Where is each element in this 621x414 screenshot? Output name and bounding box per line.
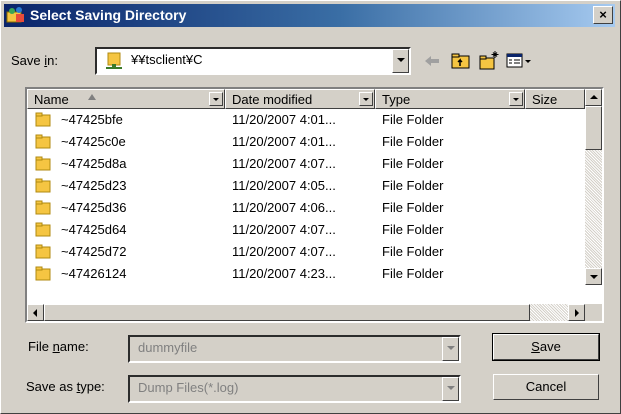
scroll-left-button[interactable] [27, 304, 44, 321]
date-modified-cell: 11/20/2007 4:06... [232, 200, 336, 215]
date-modified-cell: 11/20/2007 4:01... [232, 134, 336, 149]
save-type-combobox[interactable]: Dump Files(*.log) [128, 375, 461, 403]
dialog-window: Select Saving Directory × Save in: ¥¥tsc… [0, 0, 621, 414]
chevron-down-icon [447, 346, 455, 350]
type-cell: File Folder [382, 134, 444, 149]
file-name-cell: ~47425c0e [61, 134, 126, 149]
file-name-cell: ~47425d23 [61, 178, 127, 193]
scroll-right-button[interactable] [568, 304, 585, 321]
date-modified-cell: 11/20/2007 4:07... [232, 244, 336, 259]
horizontal-scroll-thumb[interactable] [44, 304, 530, 321]
file-name-label: File name: [28, 339, 89, 354]
date-modified-cell: 11/20/2007 4:07... [232, 222, 336, 237]
up-folder-icon[interactable] [450, 50, 472, 72]
list-item[interactable]: ~47425d36 11/20/2007 4:06... File Folder [27, 197, 583, 219]
column-filter-button[interactable] [509, 92, 523, 106]
chevron-down-icon [397, 58, 405, 62]
file-name-cell: ~47425d8a [61, 156, 127, 171]
vertical-scrollbar[interactable] [585, 89, 602, 285]
save-type-value: Dump Files(*.log) [138, 380, 239, 395]
type-cell: File Folder [382, 222, 444, 237]
arrow-right-icon [575, 309, 579, 317]
close-icon: × [599, 7, 607, 22]
list-item[interactable]: ~47425d64 11/20/2007 4:07... File Folder [27, 219, 583, 241]
date-modified-cell: 11/20/2007 4:01... [232, 112, 336, 127]
folder-icon [35, 112, 51, 127]
date-modified-cell: 11/20/2007 4:05... [232, 178, 336, 193]
column-filter-button[interactable] [209, 92, 223, 106]
type-cell: File Folder [382, 156, 444, 171]
date-modified-cell: 11/20/2007 4:23... [232, 266, 336, 281]
title-bar[interactable]: Select Saving Directory × [4, 4, 615, 27]
type-cell: File Folder [382, 200, 444, 215]
list-item[interactable]: ~47426124 11/20/2007 4:23... File Folder [27, 263, 583, 285]
date-modified-cell: 11/20/2007 4:07... [232, 156, 336, 171]
list-item[interactable]: ~47425d8a 11/20/2007 4:07... File Folder [27, 153, 583, 175]
view-menu-icon[interactable] [505, 50, 535, 72]
horizontal-scrollbar[interactable] [27, 304, 585, 321]
column-header-date[interactable]: Date modified [225, 89, 375, 109]
arrow-up-icon [590, 95, 598, 99]
save-in-label: Save in: [11, 53, 58, 68]
sort-ascending-icon [88, 94, 96, 100]
folder-icon [35, 178, 51, 193]
column-filter-button[interactable] [359, 92, 373, 106]
file-name-combobox[interactable]: dummyfile [128, 335, 461, 363]
scroll-down-button[interactable] [585, 268, 602, 285]
file-name-cell: ~47425d64 [61, 222, 127, 237]
arrow-down-icon [590, 275, 598, 279]
column-header-type[interactable]: Type [375, 89, 525, 109]
folder-icon [35, 200, 51, 215]
file-name-cell: ~47425bfe [61, 112, 123, 127]
back-arrow-icon[interactable] [421, 50, 443, 72]
network-folder-icon [106, 52, 122, 69]
column-header-size[interactable]: Size [525, 89, 585, 109]
folder-icon [35, 266, 51, 281]
file-name-cell: ~47425d36 [61, 200, 127, 215]
chevron-down-icon [447, 386, 455, 390]
list-item[interactable]: ~47425bfe 11/20/2007 4:01... File Folder [27, 109, 583, 131]
file-name-cell: ~47426124 [61, 266, 127, 281]
folder-icon [35, 244, 51, 259]
scrollbar-corner [585, 304, 602, 321]
scroll-thumb[interactable] [585, 106, 602, 150]
file-list[interactable]: Name Date modified Type Size ~47425bfe 11… [25, 87, 604, 323]
save-in-dropdown-button[interactable] [392, 49, 409, 73]
scroll-up-button[interactable] [585, 89, 602, 106]
save-in-combobox[interactable]: ¥¥tsclient¥C [95, 47, 411, 75]
list-item[interactable]: ~47425d72 11/20/2007 4:07... File Folder [27, 241, 583, 263]
list-item[interactable]: ~47425d23 11/20/2007 4:05... File Folder [27, 175, 583, 197]
list-item[interactable]: ~47425c0e 11/20/2007 4:01... File Folder [27, 131, 583, 153]
arrow-left-icon [33, 309, 37, 317]
folder-icon [35, 156, 51, 171]
file-name-value: dummyfile [138, 340, 198, 355]
type-cell: File Folder [382, 178, 444, 193]
column-header-name[interactable]: Name [27, 89, 225, 109]
cancel-button[interactable]: Cancel [493, 374, 599, 400]
close-button[interactable]: × [593, 6, 613, 24]
save-type-dropdown-button[interactable] [442, 377, 459, 401]
type-cell: File Folder [382, 244, 444, 259]
file-name-cell: ~47425d72 [61, 244, 127, 259]
save-in-value: ¥¥tsclient¥C [131, 52, 203, 67]
save-type-label: Save as type: [26, 379, 105, 394]
file-name-dropdown-button[interactable] [442, 337, 459, 361]
dialog-title: Select Saving Directory [30, 7, 187, 23]
folder-icon [35, 222, 51, 237]
app-icon [6, 7, 24, 23]
new-folder-icon[interactable] [478, 50, 500, 72]
save-button[interactable]: Save [492, 333, 600, 361]
type-cell: File Folder [382, 112, 444, 127]
folder-icon [35, 134, 51, 149]
type-cell: File Folder [382, 266, 444, 281]
